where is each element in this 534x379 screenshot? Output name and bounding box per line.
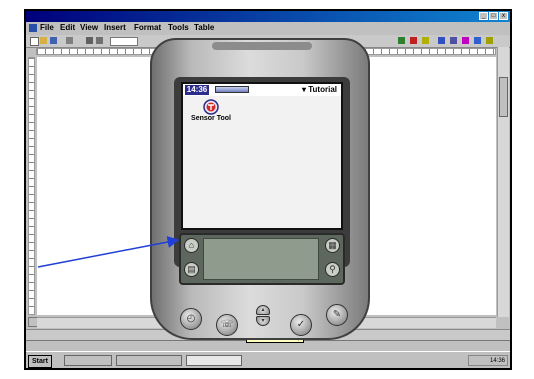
callout-arrow xyxy=(37,236,180,268)
